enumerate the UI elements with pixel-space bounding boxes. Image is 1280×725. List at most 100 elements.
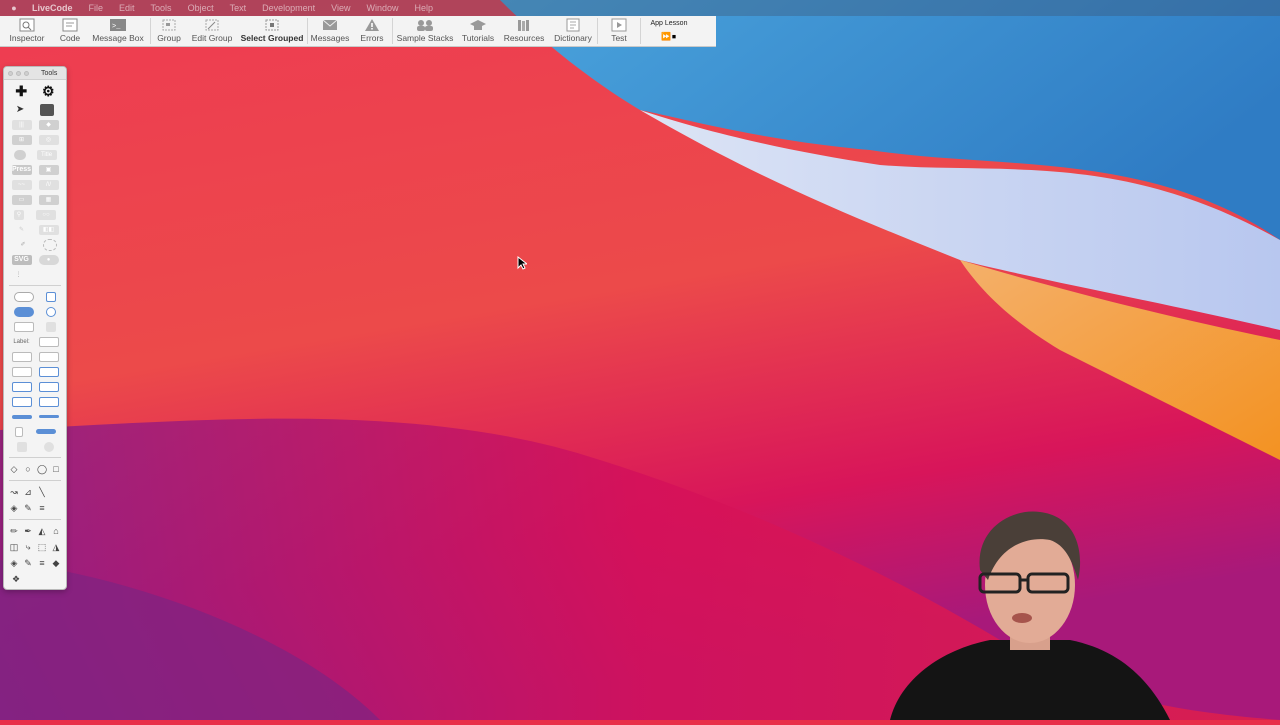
android-widget-icon[interactable]: ◆ bbox=[38, 119, 59, 130]
minimize-window-button[interactable] bbox=[16, 70, 21, 76]
pulldown-menu-tool-icon[interactable] bbox=[11, 396, 32, 407]
line-tool-icon[interactable]: ╲ bbox=[36, 487, 48, 498]
map-pin-widget-icon[interactable]: ⚲ bbox=[14, 209, 24, 220]
paint-shape-icon[interactable]: ❖ bbox=[10, 574, 22, 585]
group-button[interactable]: Group bbox=[151, 16, 187, 46]
spray-tool-icon[interactable]: ⌂ bbox=[50, 526, 62, 536]
paint-fill-color-icon[interactable]: ◈ bbox=[8, 558, 20, 569]
tab-panel-tool-icon[interactable] bbox=[38, 396, 59, 407]
tree-widget-icon[interactable]: ⋮ bbox=[15, 270, 23, 280]
menu-tools[interactable]: Tools bbox=[143, 3, 180, 13]
diamond-shape-icon[interactable]: ◇ bbox=[8, 464, 20, 475]
add-icon[interactable]: ✚ bbox=[15, 84, 27, 98]
brush-tool-icon[interactable]: ✒ bbox=[22, 526, 34, 537]
dictionary-button[interactable]: Dictionary bbox=[549, 16, 597, 46]
navigation-bar-widget-icon[interactable]: ⊞ bbox=[11, 134, 32, 145]
select-rect-tool-icon[interactable]: ⬚ bbox=[36, 542, 48, 553]
list-field-tool-icon[interactable] bbox=[38, 351, 59, 362]
transparent-button-tool-icon[interactable] bbox=[46, 321, 56, 332]
menu-window[interactable]: Window bbox=[358, 3, 406, 13]
menu-livecode[interactable]: LiveCode bbox=[28, 3, 81, 13]
eraser-tool-icon[interactable]: ◮ bbox=[50, 542, 62, 553]
paint-line-size-icon[interactable]: ≡ bbox=[36, 558, 48, 568]
menu-edit[interactable]: Edit bbox=[111, 3, 143, 13]
image-widget-icon[interactable]: ▦ bbox=[38, 194, 59, 205]
scrollbar-tool-icon[interactable] bbox=[14, 426, 23, 437]
square-shape-icon[interactable]: □ bbox=[50, 464, 62, 474]
radio-button-tool-icon[interactable] bbox=[46, 306, 56, 317]
graph-widget-icon[interactable]: ~~ bbox=[11, 179, 32, 190]
press-widget-icon[interactable]: Press bbox=[11, 164, 32, 175]
push-button-tool-icon[interactable] bbox=[14, 291, 34, 302]
menu-view[interactable]: View bbox=[323, 3, 358, 13]
menu-object[interactable]: Object bbox=[180, 3, 222, 13]
browse-tool-icon[interactable]: ➤ bbox=[16, 104, 24, 115]
menu-file[interactable]: File bbox=[81, 3, 112, 13]
dropper-tool-icon[interactable]: ⤷ bbox=[22, 542, 34, 553]
player-tool-icon[interactable] bbox=[43, 441, 54, 452]
player-widget-icon[interactable]: ▭ bbox=[11, 194, 32, 205]
scrolling-field-tool-icon[interactable] bbox=[11, 351, 32, 362]
test-button[interactable]: Test bbox=[598, 16, 640, 46]
header-bar-widget-icon[interactable]: ||| bbox=[11, 119, 32, 130]
lasso-tool-icon[interactable]: ◫ bbox=[8, 542, 20, 553]
little-arrows-tool-icon[interactable] bbox=[35, 429, 56, 434]
code-button[interactable]: Code bbox=[54, 16, 86, 46]
zoom-window-button[interactable] bbox=[24, 70, 29, 76]
apple-logo-icon[interactable]: ● bbox=[0, 3, 28, 13]
switch-widget-icon[interactable]: ◧◧ bbox=[38, 224, 59, 235]
errors-button[interactable]: Errors bbox=[352, 16, 392, 46]
clock-widget-icon[interactable] bbox=[13, 149, 26, 160]
polygon-tool-icon[interactable]: ⊿ bbox=[22, 487, 34, 498]
image-tool-icon[interactable] bbox=[16, 441, 27, 452]
line-graph-widget-icon[interactable]: /\/ bbox=[38, 179, 59, 190]
label-field-tool-icon[interactable]: Label: bbox=[12, 337, 32, 347]
menu-development[interactable]: Development bbox=[254, 3, 323, 13]
line-size-icon[interactable]: ≡ bbox=[36, 503, 48, 513]
text-entry-field-tool-icon[interactable] bbox=[38, 336, 59, 347]
errors-label: Errors bbox=[360, 33, 384, 43]
segmented-widget-icon[interactable]: ▣ bbox=[38, 164, 59, 175]
bucket-tool-icon[interactable]: ◭ bbox=[36, 526, 48, 537]
checkbox-tool-icon[interactable]: ✓ bbox=[46, 291, 56, 302]
slider-tool-icon[interactable] bbox=[38, 415, 59, 418]
menu-help[interactable]: Help bbox=[407, 3, 442, 13]
edit-pen-widget-icon[interactable]: ✐ bbox=[13, 240, 33, 250]
oval-shape-icon[interactable]: ◯ bbox=[36, 464, 48, 475]
pen-color-icon[interactable]: ✎ bbox=[22, 503, 34, 514]
toggle-switch-widget-icon[interactable]: ● bbox=[38, 254, 59, 265]
message-box-button[interactable]: >_ Message Box bbox=[86, 16, 150, 46]
combo-box-tool-icon[interactable] bbox=[38, 381, 59, 392]
rating-widget-icon[interactable]: ○○ bbox=[36, 209, 56, 220]
edit-tool-icon[interactable] bbox=[40, 103, 55, 116]
close-window-button[interactable] bbox=[8, 70, 13, 76]
default-button-tool-icon[interactable] bbox=[14, 306, 34, 317]
tools-palette-titlebar[interactable]: Tools bbox=[4, 67, 66, 80]
data-grid-tool-icon[interactable] bbox=[38, 366, 59, 377]
app-lesson-controls[interactable]: ⏩⏹ bbox=[661, 32, 677, 42]
spinner-widget-icon[interactable] bbox=[43, 238, 57, 251]
paint-pattern-icon[interactable]: ◆ bbox=[50, 558, 62, 569]
sample-stacks-button[interactable]: Sample Stacks bbox=[393, 16, 457, 46]
edit-group-button[interactable]: Edit Group bbox=[187, 16, 237, 46]
rectangle-button-tool-icon[interactable] bbox=[14, 321, 34, 332]
progress-bar-tool-icon[interactable] bbox=[11, 414, 32, 419]
gear-icon[interactable]: ⚙ bbox=[42, 84, 55, 98]
fill-color-icon[interactable]: ◈ bbox=[8, 503, 20, 514]
curve-tool-icon[interactable]: ↝ bbox=[8, 487, 20, 498]
tutorials-button[interactable]: Tutorials bbox=[457, 16, 499, 46]
messages-button[interactable]: Messages bbox=[308, 16, 352, 46]
table-field-tool-icon[interactable] bbox=[11, 366, 32, 377]
paint-pen-color-icon[interactable]: ✎ bbox=[22, 558, 34, 569]
title-widget-icon[interactable]: Title bbox=[36, 149, 57, 160]
pencil-tool-icon[interactable]: ✏ bbox=[8, 526, 20, 537]
select-grouped-button[interactable]: Select Grouped bbox=[237, 16, 307, 46]
option-menu-tool-icon[interactable] bbox=[11, 381, 32, 392]
resources-button[interactable]: Resources bbox=[499, 16, 549, 46]
signature-widget-icon[interactable]: ✎ bbox=[12, 225, 32, 235]
browser-widget-icon[interactable]: ◎ bbox=[38, 134, 59, 145]
circle-shape-icon[interactable]: ○ bbox=[22, 464, 34, 474]
menu-text[interactable]: Text bbox=[222, 3, 255, 13]
inspector-button[interactable]: Inspector bbox=[0, 16, 54, 46]
svg-widget-icon[interactable]: SVG bbox=[11, 254, 32, 265]
